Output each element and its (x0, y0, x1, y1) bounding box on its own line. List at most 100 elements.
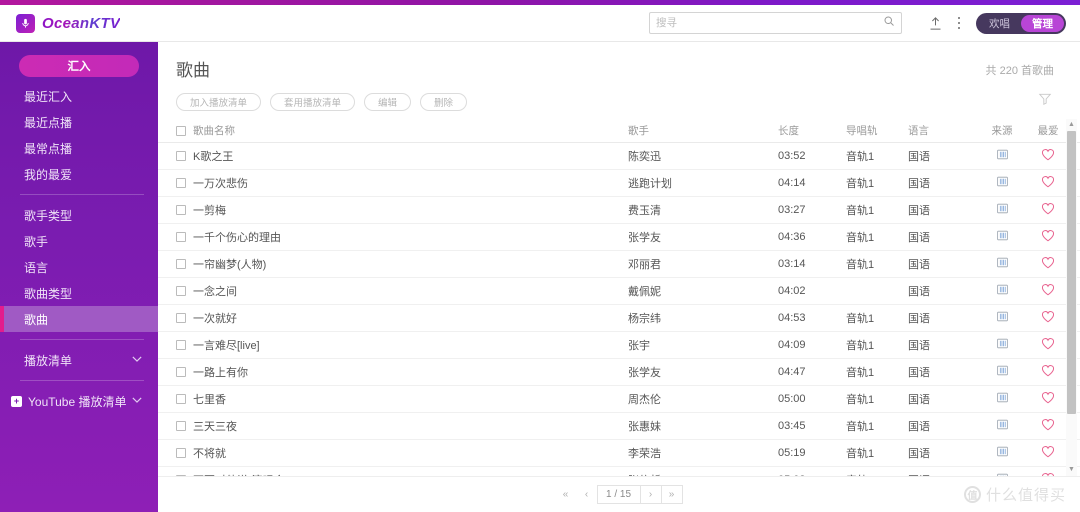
scrollbar-track[interactable] (1067, 131, 1076, 464)
row-checkbox[interactable] (176, 259, 186, 269)
chevron-down-icon[interactable] (132, 355, 142, 365)
page-current-indicator[interactable]: 1 / 15 (596, 485, 641, 504)
page-last-button[interactable]: » (660, 485, 683, 504)
mode-toggle[interactable]: 欢唱 管理 (976, 12, 1066, 34)
search-icon[interactable] (883, 14, 895, 32)
library-icon[interactable] (996, 391, 1009, 407)
select-all-checkbox[interactable] (176, 125, 186, 136)
table-row[interactable]: 七里香 周杰伦 05:00 音轨1 国语 (158, 386, 1080, 413)
add-to-playlist-button[interactable]: 加入播放清单 (176, 92, 262, 111)
row-checkbox[interactable] (176, 448, 186, 458)
page-next-button[interactable]: › (639, 485, 662, 504)
library-icon[interactable] (996, 256, 1009, 272)
row-checkbox[interactable] (176, 421, 186, 431)
cell-length: 04:02 (778, 285, 806, 297)
table-row[interactable]: 一剪梅 费玉清 03:27 音轨1 国语 (158, 197, 1080, 224)
vertical-scrollbar[interactable]: ▲ ▼ (1066, 119, 1077, 476)
row-checkbox[interactable] (176, 367, 186, 377)
cell-language: 国语 (908, 448, 930, 460)
library-icon[interactable] (996, 364, 1009, 380)
upload-icon[interactable] (922, 11, 948, 35)
table-row[interactable]: 不将就 李荣浩 05:19 音轨1 国语 (158, 440, 1080, 467)
library-icon[interactable] (996, 337, 1009, 353)
sidebar-item-youtube-playlist[interactable]: + YouTube 播放清单 (0, 388, 158, 414)
heart-outline-icon[interactable] (1041, 149, 1055, 164)
chevron-down-icon[interactable] (132, 396, 142, 406)
table-row[interactable]: 一路上有你 张学友 04:47 音轨1 国语 (158, 359, 1080, 386)
edit-button[interactable]: 编辑 (364, 92, 412, 111)
library-icon[interactable] (996, 175, 1009, 191)
heart-outline-icon[interactable] (1041, 419, 1055, 434)
heart-outline-icon[interactable] (1041, 257, 1055, 272)
sidebar-item-language[interactable]: 语言 (0, 254, 158, 280)
sidebar-item-recent-import[interactable]: 最近汇入 (0, 83, 158, 109)
row-checkbox[interactable] (176, 178, 186, 188)
page-prev-button[interactable]: ‹ (575, 485, 598, 504)
heart-outline-icon[interactable] (1041, 473, 1055, 476)
sidebar-item-artist-type[interactable]: 歌手类型 (0, 202, 158, 228)
import-button[interactable]: 汇入 (19, 55, 139, 77)
cell-name: 一剪梅 (176, 202, 628, 218)
sidebar-item-label: 歌曲 (24, 312, 49, 327)
heart-outline-icon[interactable] (1041, 392, 1055, 407)
page-first-button[interactable]: « (554, 485, 577, 504)
library-icon[interactable] (996, 148, 1009, 164)
sidebar-item-artist[interactable]: 歌手 (0, 228, 158, 254)
filter-funnel-icon[interactable] (1038, 92, 1054, 111)
heart-outline-icon[interactable] (1041, 284, 1055, 299)
sidebar-item-playlist[interactable]: 播放清单 (0, 347, 158, 373)
delete-button[interactable]: 删除 (420, 92, 468, 111)
scrollbar-thumb[interactable] (1067, 131, 1076, 415)
library-icon[interactable] (996, 229, 1009, 245)
more-vertical-icon[interactable] (950, 11, 968, 35)
table-row[interactable]: 一万次悲伤 逃跑计划 04:14 音轨1 国语 (158, 170, 1080, 197)
library-icon[interactable] (996, 202, 1009, 218)
table-row[interactable]: 一千个伤心的理由 张学友 04:36 音轨1 国语 (158, 224, 1080, 251)
sidebar-item-songs[interactable]: 歌曲 (0, 306, 158, 332)
mode-option-manage[interactable]: 管理 (1021, 14, 1064, 32)
row-checkbox[interactable] (176, 232, 186, 242)
library-icon[interactable] (996, 418, 1009, 434)
heart-outline-icon[interactable] (1041, 311, 1055, 326)
library-icon[interactable] (996, 310, 1009, 326)
row-checkbox[interactable] (176, 151, 186, 161)
search-input[interactable] (656, 17, 883, 29)
sidebar-item-most-played[interactable]: 最常点播 (0, 135, 158, 161)
library-icon[interactable] (996, 283, 1009, 299)
heart-outline-icon[interactable] (1041, 365, 1055, 380)
search-box[interactable] (649, 12, 902, 34)
cell-source (978, 418, 1026, 434)
heart-outline-icon[interactable] (1041, 203, 1055, 218)
row-checkbox[interactable] (176, 475, 186, 476)
sidebar-item-recent-played[interactable]: 最近点播 (0, 109, 158, 135)
sidebar-item-favorites[interactable]: 我的最爱 (0, 161, 158, 187)
apply-playlist-button[interactable]: 套用播放清单 (270, 92, 356, 111)
row-checkbox[interactable] (176, 286, 186, 296)
row-checkbox[interactable] (176, 340, 186, 350)
heart-outline-icon[interactable] (1041, 176, 1055, 191)
mode-option-sing[interactable]: 欢唱 (978, 15, 1021, 32)
table-row[interactable]: 一念之间 戴佩妮 04:02 国语 (158, 278, 1080, 305)
row-checkbox[interactable] (176, 205, 186, 215)
table-row[interactable]: 一帘幽梦(人物) 邓丽君 03:14 音轨1 国语 (158, 251, 1080, 278)
cell-source (978, 175, 1026, 191)
library-icon[interactable] (996, 445, 1009, 461)
row-checkbox[interactable] (176, 394, 186, 404)
table-row[interactable]: 不要对他说(演唱会) 张信哲05:08音轨1国语 (158, 467, 1080, 476)
row-checkbox[interactable] (176, 313, 186, 323)
library-icon[interactable] (996, 472, 1009, 476)
sidebar-item-song-type[interactable]: 歌曲类型 (0, 280, 158, 306)
cell-language: 国语 (908, 340, 930, 352)
scroll-up-arrow[interactable]: ▲ (1068, 119, 1075, 131)
table-row[interactable]: 三天三夜 张惠妹 03:45 音轨1 国语 (158, 413, 1080, 440)
cell-track: 音轨1 (846, 472, 908, 476)
scroll-down-arrow[interactable]: ▼ (1068, 464, 1075, 476)
table-row[interactable]: 一言难尽[live] 张宇 04:09 音轨1 国语 (158, 332, 1080, 359)
artist-name: 杨宗纬 (628, 313, 661, 325)
heart-outline-icon[interactable] (1041, 446, 1055, 461)
plus-icon[interactable]: + (11, 395, 22, 407)
heart-outline-icon[interactable] (1041, 338, 1055, 353)
heart-outline-icon[interactable] (1041, 230, 1055, 245)
table-row[interactable]: K歌之王 陈奕迅 03:52 音轨1 国语 (158, 143, 1080, 170)
table-row[interactable]: 一次就好 杨宗纬 04:53 音轨1 国语 (158, 305, 1080, 332)
